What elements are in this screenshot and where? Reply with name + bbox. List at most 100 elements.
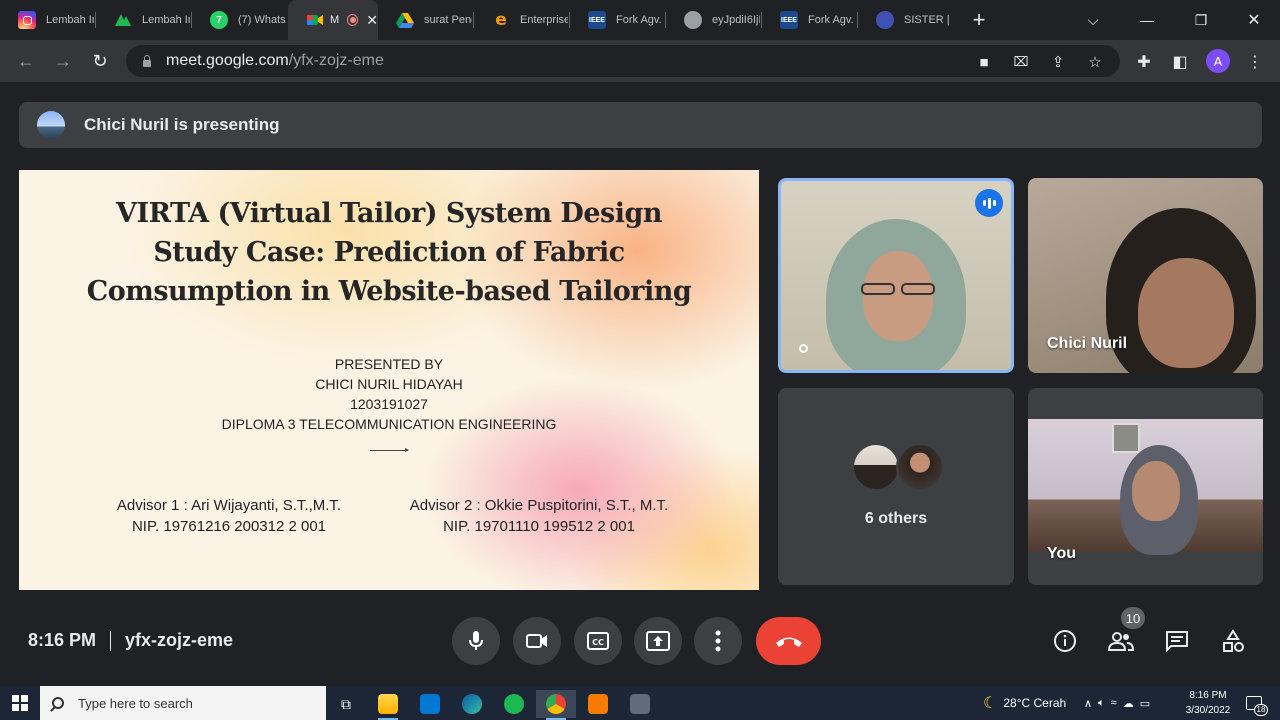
browser-tab[interactable]: Lembah In	[96, 0, 192, 40]
minimize-button[interactable]: —	[1122, 0, 1172, 40]
slide-title: VIRTA (Virtual Tailor) System Design Stu…	[19, 194, 759, 311]
meeting-details-button[interactable]	[1048, 624, 1082, 658]
address-bar[interactable]: meet.google.com/yfx-zojz-eme ■ ⌧ ⇪ ☆	[126, 45, 1120, 77]
chat-button[interactable]	[1160, 624, 1194, 658]
activities-button[interactable]	[1216, 624, 1250, 658]
video-camera-icon	[526, 634, 547, 648]
others-tile[interactable]: 6 others	[778, 388, 1014, 585]
advisor-1-nip: NIP. 19761216 200312 2 001	[131, 518, 327, 535]
taskbar-clock[interactable]: 8:16 PM 3/30/2022	[1178, 688, 1238, 718]
sister-icon	[876, 11, 894, 29]
others-count-label: 6 others	[864, 510, 928, 527]
presentation-slide[interactable]: VIRTA (Virtual Tailor) System Design Stu…	[19, 170, 759, 590]
wifi-icon[interactable]: ≈	[1111, 697, 1117, 709]
onedrive-icon[interactable]: ☁︎	[1123, 697, 1134, 710]
participant-name: Chici Nuril	[1047, 335, 1128, 352]
lock-icon	[142, 55, 152, 67]
restore-button[interactable]: ❐	[1176, 0, 1226, 40]
student-id: 1203191027	[350, 396, 428, 412]
profile-avatar[interactable]: A	[1206, 49, 1230, 73]
forward-button[interactable]: →	[50, 48, 76, 74]
close-window-button[interactable]: ✕	[1229, 0, 1279, 40]
taskbar-search-box[interactable]: Type here to search	[40, 686, 326, 720]
browser-tab[interactable]: eyJpdiI6IjR	[666, 0, 762, 40]
tab-title: M	[330, 14, 340, 26]
ieee-icon: IEEE	[780, 11, 798, 29]
tab-title: (7) Whats/	[238, 14, 286, 26]
system-tray-icons[interactable]: ∧ 🔈︎ ≈ ☁︎ ▭	[1084, 686, 1150, 720]
microsoft-store-icon[interactable]	[410, 690, 450, 718]
presenting-banner: Chici Nuril is presenting	[19, 102, 1262, 148]
app-orange-icon[interactable]	[578, 690, 618, 718]
presenter-avatar	[37, 111, 65, 139]
globe-icon	[684, 11, 702, 29]
speaking-indicator-icon	[975, 189, 1003, 217]
chrome-menu-icon[interactable]: ⋮	[1243, 50, 1267, 74]
browser-tab[interactable]: Lembah In	[0, 0, 96, 40]
windows-start-icon[interactable]	[12, 695, 28, 711]
spotify-icon[interactable]	[494, 690, 534, 718]
clock-time: 8:16 PM	[1189, 690, 1227, 701]
advisor-2-block: Advisor 2 : Okkie Puspitorini, S.T., M.T…	[399, 495, 679, 537]
whatsapp-icon: 7	[210, 11, 228, 29]
notification-count-badge: 18	[1254, 704, 1268, 716]
calculator-icon[interactable]	[620, 690, 660, 718]
recording-icon	[347, 14, 359, 26]
side-panel-icon[interactable]: ◧	[1168, 50, 1192, 74]
participant-tile-active-speaker[interactable]	[778, 178, 1014, 373]
chevron-up-icon[interactable]: ∧	[1084, 697, 1092, 710]
closed-captions-icon: CC	[587, 632, 609, 650]
microphone-button[interactable]	[452, 617, 500, 665]
tab-title: Fork Agv.	[616, 14, 662, 26]
app-icon	[114, 11, 132, 29]
bookmark-star-icon[interactable]: ☆	[1085, 52, 1105, 72]
status-dot-icon	[799, 344, 808, 353]
advisor-1-block: Advisor 1 : Ari Wijayanti, S.T.,M.T. NIP…	[89, 495, 369, 537]
volume-icon[interactable]: 🔈︎	[1098, 697, 1105, 710]
new-tab-button[interactable]: +	[964, 7, 994, 33]
tab-search-chevron-icon[interactable]: ⌵	[1068, 0, 1118, 40]
presented-by-block: PRESENTED BY CHICI NURIL HIDAYAH 1203191…	[19, 354, 759, 434]
present-now-button[interactable]	[634, 617, 682, 665]
meeting-code: yfx-zojz-eme	[125, 630, 234, 650]
browser-tab[interactable]: surat Peng	[378, 0, 474, 40]
study-program: DIPLOMA 3 TELECOMMUNICATION ENGINEERING	[221, 416, 557, 432]
translate-icon[interactable]: ⌧	[1011, 52, 1031, 72]
leave-call-button[interactable]	[756, 617, 821, 665]
more-options-button[interactable]	[694, 617, 742, 665]
url-text[interactable]: meet.google.com/yfx-zojz-eme	[166, 52, 384, 70]
back-button[interactable]: ←	[13, 48, 39, 74]
file-explorer-icon[interactable]	[368, 690, 408, 720]
browser-tab[interactable]: SISTER | La	[858, 0, 954, 40]
battery-icon[interactable]: ▭	[1140, 697, 1150, 710]
people-button[interactable]	[1104, 624, 1138, 658]
chrome-icon[interactable]	[536, 690, 576, 720]
search-icon	[52, 697, 64, 709]
task-view-icon[interactable]: ⧉	[326, 690, 366, 718]
participant-tile[interactable]: Chici Nuril	[1028, 178, 1263, 373]
edge-browser-icon[interactable]	[452, 690, 492, 718]
camera-button[interactable]	[513, 617, 561, 665]
close-tab-icon[interactable]: ✕	[366, 12, 378, 29]
advisor-1-name: Advisor 1 : Ari Wijayanti, S.T.,M.T.	[116, 497, 342, 514]
extensions-puzzle-icon[interactable]: ✚	[1132, 50, 1156, 74]
self-view-tile[interactable]: You	[1028, 388, 1263, 585]
slide-title-line: Study Case: Prediction of Fabric	[153, 237, 625, 268]
share-icon[interactable]: ⇪	[1048, 52, 1068, 72]
weather-widget[interactable]: ☾ 28°C Cerah	[983, 686, 1066, 720]
browser-tab[interactable]: 7 (7) Whats/	[192, 0, 288, 40]
edge-e-icon: e	[495, 10, 507, 30]
browser-tab-active[interactable]: M ✕	[288, 0, 378, 40]
browser-tab[interactable]: IEEE Fork Agv.	[570, 0, 666, 40]
tab-title: surat Peng	[424, 14, 472, 26]
reload-button[interactable]: ↻	[87, 48, 113, 74]
tab-title: Lembah In	[46, 14, 94, 26]
camera-in-use-icon[interactable]: ■	[974, 52, 994, 72]
clock-date: 3/30/2022	[1185, 705, 1231, 716]
presenter-name: CHICI NURIL HIDAYAH	[315, 376, 463, 392]
browser-tab[interactable]: IEEE Fork Agv.	[762, 0, 858, 40]
participant-avatar	[852, 443, 900, 491]
captions-button[interactable]: CC	[574, 617, 622, 665]
tab-title: eyJpdiI6IjR	[712, 14, 760, 26]
browser-tab[interactable]: e Enterprise	[474, 0, 570, 40]
